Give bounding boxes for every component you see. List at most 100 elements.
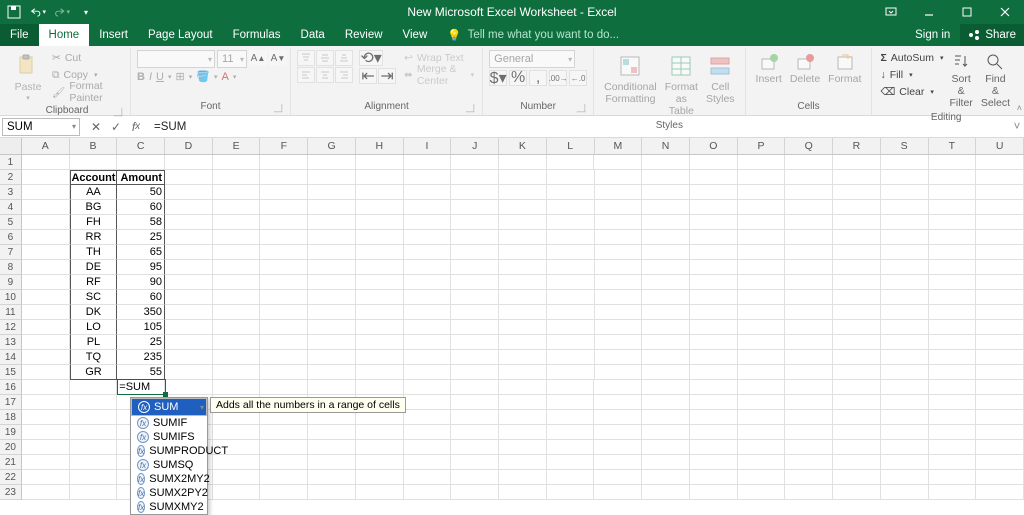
cell-A17[interactable] bbox=[22, 395, 70, 410]
cell-T18[interactable] bbox=[929, 410, 977, 425]
cell-A23[interactable] bbox=[22, 485, 70, 500]
cell-D15[interactable] bbox=[165, 365, 213, 380]
cell-D8[interactable] bbox=[165, 260, 213, 275]
cell-C10[interactable]: 60 bbox=[117, 290, 165, 305]
cell-C7[interactable]: 65 bbox=[117, 245, 165, 260]
name-box[interactable]: SUM bbox=[2, 118, 80, 136]
cell-G13[interactable] bbox=[308, 335, 356, 350]
cell-F19[interactable] bbox=[260, 425, 308, 440]
cell-S4[interactable] bbox=[881, 200, 929, 215]
cell-G7[interactable] bbox=[308, 245, 356, 260]
cell-E7[interactable] bbox=[213, 245, 261, 260]
cell-L10[interactable] bbox=[547, 290, 595, 305]
cell-B4[interactable]: BG bbox=[70, 200, 118, 215]
column-header-Q[interactable]: Q bbox=[785, 138, 833, 154]
cell-F8[interactable] bbox=[260, 260, 308, 275]
cell-R21[interactable] bbox=[833, 455, 881, 470]
cell-Q6[interactable] bbox=[785, 230, 833, 245]
format-cells-button[interactable]: Format bbox=[824, 50, 865, 87]
cell-I5[interactable] bbox=[404, 215, 452, 230]
cell-N23[interactable] bbox=[642, 485, 690, 500]
cell-D5[interactable] bbox=[165, 215, 213, 230]
cell-A9[interactable] bbox=[22, 275, 70, 290]
cell-U23[interactable] bbox=[976, 485, 1024, 500]
formula-autocomplete-popup[interactable]: fxSUMfxSUMIFfxSUMIFSfxSUMPRODUCTfxSUMSQf… bbox=[130, 397, 208, 515]
cell-K4[interactable] bbox=[499, 200, 547, 215]
cell-D12[interactable] bbox=[165, 320, 213, 335]
cell-N6[interactable] bbox=[642, 230, 690, 245]
row-header-7[interactable]: 7 bbox=[0, 245, 22, 260]
cell-O22[interactable] bbox=[690, 470, 738, 485]
cell-B17[interactable] bbox=[70, 395, 118, 410]
cell-T16[interactable] bbox=[929, 380, 977, 395]
cell-J8[interactable] bbox=[451, 260, 499, 275]
cell-C9[interactable]: 90 bbox=[117, 275, 165, 290]
cell-T10[interactable] bbox=[929, 290, 977, 305]
cell-G10[interactable] bbox=[308, 290, 356, 305]
cell-U7[interactable] bbox=[976, 245, 1024, 260]
cell-S10[interactable] bbox=[881, 290, 929, 305]
cell-E10[interactable] bbox=[213, 290, 261, 305]
select-all-corner[interactable] bbox=[0, 138, 22, 154]
cell-E16[interactable] bbox=[213, 380, 261, 395]
cell-T4[interactable] bbox=[929, 200, 977, 215]
cell-U15[interactable] bbox=[976, 365, 1024, 380]
cell-H16[interactable] bbox=[356, 380, 404, 395]
cell-N13[interactable] bbox=[642, 335, 690, 350]
column-header-J[interactable]: J bbox=[451, 138, 499, 154]
cell-Q12[interactable] bbox=[785, 320, 833, 335]
cell-U4[interactable] bbox=[976, 200, 1024, 215]
cell-M14[interactable] bbox=[595, 350, 643, 365]
cell-J16[interactable] bbox=[451, 380, 499, 395]
cell-T2[interactable] bbox=[929, 170, 977, 185]
cell-P8[interactable] bbox=[738, 260, 786, 275]
cell-Q19[interactable] bbox=[785, 425, 833, 440]
cell-F5[interactable] bbox=[260, 215, 308, 230]
cell-L5[interactable] bbox=[547, 215, 595, 230]
cell-S19[interactable] bbox=[881, 425, 929, 440]
format-painter-button[interactable]: 🖌Format Painter bbox=[50, 84, 124, 100]
cell-N3[interactable] bbox=[642, 185, 690, 200]
cell-J3[interactable] bbox=[451, 185, 499, 200]
italic-button[interactable]: I bbox=[149, 71, 152, 83]
cell-B23[interactable] bbox=[70, 485, 118, 500]
close-icon[interactable] bbox=[986, 0, 1024, 24]
cell-I10[interactable] bbox=[404, 290, 452, 305]
cell-O3[interactable] bbox=[690, 185, 738, 200]
insert-function-button[interactable]: fx bbox=[126, 118, 146, 136]
cell-R16[interactable] bbox=[833, 380, 881, 395]
cell-N18[interactable] bbox=[642, 410, 690, 425]
cell-J10[interactable] bbox=[451, 290, 499, 305]
cell-D10[interactable] bbox=[165, 290, 213, 305]
cell-P13[interactable] bbox=[738, 335, 786, 350]
cell-C5[interactable]: 58 bbox=[117, 215, 165, 230]
cell-H20[interactable] bbox=[356, 440, 404, 455]
cell-D13[interactable] bbox=[165, 335, 213, 350]
sort-filter-button[interactable]: Sort & Filter bbox=[945, 50, 976, 111]
cell-N5[interactable] bbox=[642, 215, 690, 230]
cell-F3[interactable] bbox=[260, 185, 308, 200]
maximize-icon[interactable] bbox=[948, 0, 986, 24]
cell-I19[interactable] bbox=[404, 425, 452, 440]
cell-E2[interactable] bbox=[213, 170, 261, 185]
cell-F11[interactable] bbox=[260, 305, 308, 320]
cell-N19[interactable] bbox=[642, 425, 690, 440]
cell-T12[interactable] bbox=[929, 320, 977, 335]
cell-O23[interactable] bbox=[690, 485, 738, 500]
redo-icon[interactable]: ▾ bbox=[54, 4, 70, 20]
cell-J18[interactable] bbox=[451, 410, 499, 425]
cell-R19[interactable] bbox=[833, 425, 881, 440]
cell-E5[interactable] bbox=[213, 215, 261, 230]
autocomplete-item-sumifs[interactable]: fxSUMIFS bbox=[131, 430, 207, 444]
cell-J20[interactable] bbox=[451, 440, 499, 455]
cell-A22[interactable] bbox=[22, 470, 70, 485]
cell-I21[interactable] bbox=[404, 455, 452, 470]
cell-U1[interactable] bbox=[976, 155, 1024, 170]
cell-E12[interactable] bbox=[213, 320, 261, 335]
cell-K6[interactable] bbox=[499, 230, 547, 245]
cell-N20[interactable] bbox=[642, 440, 690, 455]
collapse-ribbon-icon[interactable]: ˄ bbox=[1017, 103, 1022, 113]
cell-P17[interactable] bbox=[738, 395, 786, 410]
cell-L17[interactable] bbox=[547, 395, 595, 410]
cell-J21[interactable] bbox=[451, 455, 499, 470]
